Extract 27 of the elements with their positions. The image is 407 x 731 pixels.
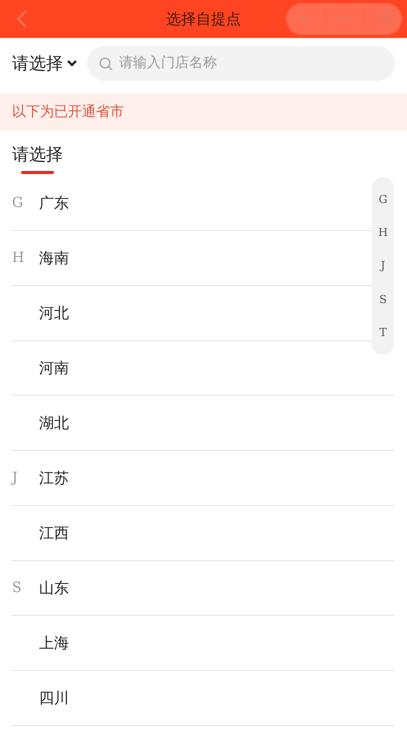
- filter-dropdown[interactable]: 请选择: [12, 52, 77, 74]
- index-letter: G: [12, 195, 24, 211]
- index-letter: H: [12, 250, 26, 266]
- province-item[interactable]: 山东: [39, 578, 69, 598]
- province-item[interactable]: 河南: [39, 358, 69, 378]
- province-item[interactable]: 广东: [39, 194, 69, 212]
- close-icon[interactable]: [376, 9, 396, 29]
- province-item[interactable]: 四川: [39, 688, 69, 708]
- index-letter-link[interactable]: J: [380, 259, 386, 272]
- province-item[interactable]: 江西: [39, 524, 69, 542]
- index-letter: J: [12, 470, 19, 486]
- province-item[interactable]: 海南: [39, 248, 69, 268]
- index-letter-link[interactable]: H: [378, 226, 388, 240]
- level-tab[interactable]: 请选择: [12, 143, 63, 176]
- index-letter: S: [12, 580, 23, 596]
- province-item[interactable]: 江苏: [39, 468, 69, 488]
- back-icon[interactable]: [16, 9, 28, 29]
- index-letter-link[interactable]: T: [379, 326, 387, 339]
- index-letter-link[interactable]: S: [379, 292, 387, 306]
- index-letter-link[interactable]: G: [378, 193, 388, 206]
- page-title: 选择自提点: [166, 10, 241, 28]
- province-item[interactable]: 湖北: [39, 414, 69, 432]
- province-item[interactable]: 上海: [39, 634, 69, 652]
- search-field[interactable]: 请输入门店名称: [87, 46, 395, 80]
- province-item[interactable]: 河北: [39, 304, 69, 322]
- caret-icon: [67, 60, 77, 66]
- notice-text: 以下为已开通省市: [12, 103, 124, 121]
